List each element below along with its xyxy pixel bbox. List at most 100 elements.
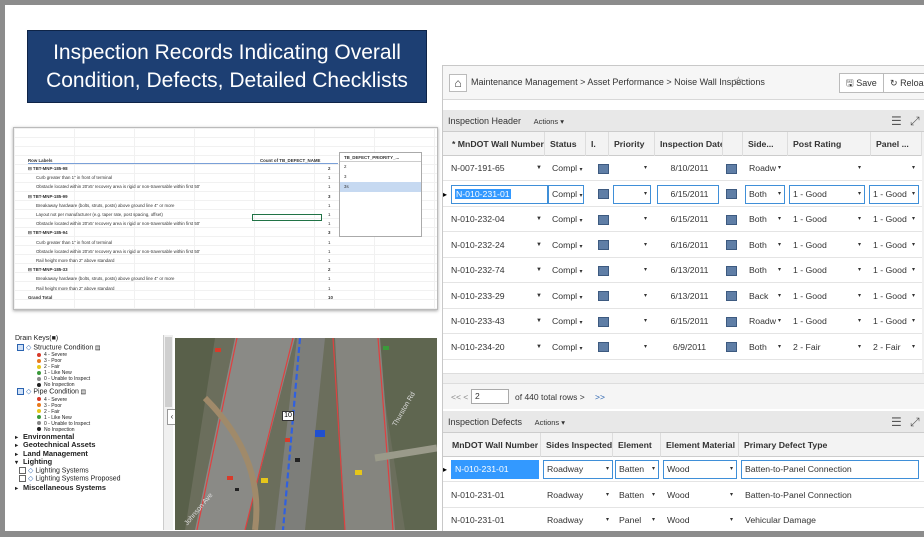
post-rating-select[interactable]: 1 - Good ▾ <box>789 312 865 331</box>
pivot-row[interactable]: Rail height more than 2" above standard 1 <box>28 286 338 292</box>
inspection-checklist-button[interactable] <box>594 335 609 360</box>
pivot-row[interactable]: Breakaway hardware (bolts, struts, posts… <box>28 203 338 209</box>
sides-select[interactable]: Both ▾ <box>745 235 785 255</box>
date-picker-button[interactable] <box>722 156 737 181</box>
panel-rating-select[interactable]: ▾ <box>869 159 919 178</box>
reload-button[interactable]: ↻ Reload <box>883 73 924 93</box>
chevron-down-icon[interactable]: ▼ <box>536 242 542 248</box>
sides-select[interactable]: Both ▾ <box>745 261 785 280</box>
table-row[interactable]: ▸ N-010-231-01 Roadway ▾ Batten ▾ Wood ▾ Batten-… <box>443 457 924 482</box>
column-header[interactable]: Side... <box>743 132 788 156</box>
priority-select[interactable]: ▾ <box>613 286 651 306</box>
column-header[interactable]: I. <box>586 132 609 156</box>
checkbox-checked-icon[interactable] <box>17 343 24 351</box>
pivot-row[interactable]: ⊟ TBT-MNP-185-94 3 <box>28 230 338 236</box>
wall-number-cell[interactable]: N-010-233-43 <box>447 309 542 334</box>
post-rating-select[interactable]: 1 - Good ▾ <box>789 286 865 306</box>
column-header[interactable]: Element <box>613 433 661 457</box>
column-header[interactable]: * MnDOT Wall Number <box>447 132 545 156</box>
sides-select[interactable]: Both ▾ <box>745 337 785 357</box>
post-rating-select[interactable]: ▾ <box>789 159 865 178</box>
table-row[interactable]: N-007-191-65 ▼ Compl ▾ ▾ 8/10/2011 Roadw ▾ ▾ ▾ <box>443 156 924 181</box>
sides-select[interactable]: Roadw ▾ <box>745 312 785 331</box>
inspection-date-field[interactable]: 6/9/2011 <box>657 337 719 357</box>
pivot-row[interactable]: ⊟ TBT-MNP-185-33 2 <box>28 267 338 273</box>
column-header[interactable]: Panel ... <box>871 132 922 156</box>
chevron-down-icon[interactable]: ▼ <box>536 344 542 350</box>
column-header[interactable]: Post Rating <box>788 132 871 156</box>
post-rating-select[interactable]: 1 - Good ▾ <box>789 261 865 280</box>
post-rating-select[interactable]: 2 - Fair ▾ <box>789 337 865 357</box>
expand-icon[interactable]: ⤢ <box>910 110 920 132</box>
checkbox-icon[interactable] <box>19 475 26 482</box>
actions-menu[interactable]: Actions ▾ <box>534 117 564 126</box>
checkbox-icon[interactable] <box>19 466 26 474</box>
legend-group[interactable]: ▾ Lighting <box>15 457 175 467</box>
sides-select[interactable]: Roadw ▾ <box>745 159 785 178</box>
wall-number-cell[interactable]: N-010-231-01 <box>447 483 541 508</box>
inspection-date-field[interactable]: 6/13/2011 <box>657 286 719 306</box>
priority-select[interactable]: ▾ <box>613 210 651 229</box>
inspection-date-field[interactable]: 6/16/2011 <box>657 235 719 255</box>
table-row[interactable]: N-010-231-01 Roadway ▾ Batten ▾ Wood ▾ Batten-t… <box>443 483 924 508</box>
pager-next[interactable]: >> <box>595 392 605 402</box>
wall-number-cell[interactable]: N-010-231-01 <box>447 508 541 531</box>
sides-inspected-select[interactable]: Roadway ▾ <box>543 460 613 479</box>
status-select[interactable]: Compl ▾ <box>548 286 584 306</box>
column-header[interactable]: Priority <box>609 132 655 156</box>
priority-select[interactable]: ▾ <box>613 337 651 357</box>
element-select[interactable]: Panel ▾ <box>615 511 659 530</box>
wall-number-cell[interactable]: N-007-191-65 <box>447 156 542 181</box>
layer-info-icon[interactable]: ▤ <box>93 345 101 351</box>
table-row[interactable]: N-010-231-01 Roadway ▾ Panel ▾ Wood ▾ Vehicular… <box>443 508 924 531</box>
legend-heading[interactable]: Drain Keys(■) <box>15 335 175 344</box>
expand-icon[interactable]: ⤢ <box>910 411 920 433</box>
chevron-down-icon[interactable]: ▼ <box>536 318 542 324</box>
priority-select[interactable]: ▾ <box>613 235 651 255</box>
post-rating-select[interactable]: 1 - Good ▾ <box>789 210 865 229</box>
column-header[interactable]: Inspection Date <box>655 132 723 156</box>
pivot-row[interactable]: Curb greater than 1" in front of termina… <box>28 175 338 181</box>
wall-number-cell[interactable]: N-010-234-20 <box>447 335 542 360</box>
element-select[interactable]: Batten ▾ <box>615 485 659 505</box>
table-row[interactable]: N-010-233-29 ▼ Compl ▾ ▾ 6/13/2011 Back ▾ 1 - … <box>443 284 924 309</box>
column-header[interactable]: Sides Inspected <box>541 433 613 457</box>
map-canvas[interactable] <box>175 338 437 530</box>
inspection-date-field[interactable]: 8/10/2011 <box>657 159 719 178</box>
header-grid-hscroll[interactable] <box>443 373 924 383</box>
primary-defect-select[interactable]: Batten-to-Panel Connection <box>741 460 919 479</box>
post-rating-select[interactable]: 1 - Good ▾ <box>789 235 865 255</box>
wall-number-field[interactable]: N-010-231-01 <box>451 184 548 204</box>
pivot-row[interactable]: ⊟ TBT-MNP-185-99 3 <box>28 194 338 200</box>
sides-select[interactable]: Both ▾ <box>745 184 785 204</box>
element-material-select[interactable]: Wood ▾ <box>663 460 737 479</box>
date-picker-button[interactable] <box>722 335 737 360</box>
status-select[interactable]: Compl ▾ <box>548 210 584 229</box>
pivot-filter-panel[interactable]: TB_DEFECT_PRIORITY_... 2 3 3s <box>339 152 422 237</box>
legend-scrollbar[interactable] <box>163 335 173 530</box>
date-picker-button[interactable] <box>722 233 737 258</box>
chevron-down-icon[interactable]: ▼ <box>536 267 542 273</box>
filter-item[interactable]: 2 <box>340 162 421 172</box>
element-material-select[interactable]: Wood ▾ <box>663 485 737 505</box>
filter-item[interactable]: 3s <box>340 182 421 192</box>
favorite-star-icon[interactable]: ☆ <box>733 74 744 88</box>
inspection-checklist-button[interactable] <box>594 258 609 283</box>
table-row[interactable]: N-010-233-43 ▼ Compl ▾ ▾ 6/15/2011 Roadw ▾ 1 -… <box>443 309 924 334</box>
pivot-row[interactable]: Obstacle located within 20'x5' recovery … <box>28 221 338 227</box>
priority-select[interactable]: ▾ <box>613 261 651 280</box>
sides-select[interactable]: Both ▾ <box>745 210 785 229</box>
element-material-select[interactable]: Wood ▾ <box>663 511 737 530</box>
pivot-row[interactable]: ⊟ TBT-MNP-185-98 2 <box>28 166 338 172</box>
column-header[interactable]: Element Material <box>661 433 739 457</box>
list-icon[interactable]: ☰ <box>891 110 902 132</box>
column-header[interactable]: MnDOT Wall Number <box>447 433 541 457</box>
pivot-row[interactable]: Rail height more than 2" above standard 1 <box>28 258 338 264</box>
panel-rating-select[interactable]: 1 - Good ▾ <box>869 286 919 306</box>
actions-menu[interactable]: Actions ▾ <box>535 418 565 427</box>
save-button[interactable]: 🖫 Save <box>839 73 884 93</box>
sides-inspected-select[interactable]: Roadway ▾ <box>543 511 613 530</box>
table-row[interactable]: N-010-232-04 ▼ Compl ▾ ▾ 6/15/2011 Both ▾ 1 - … <box>443 207 924 232</box>
wall-number-cell[interactable]: N-010-233-29 <box>447 284 542 309</box>
legend-group[interactable]: ▸ Miscellaneous Systems <box>15 483 175 493</box>
